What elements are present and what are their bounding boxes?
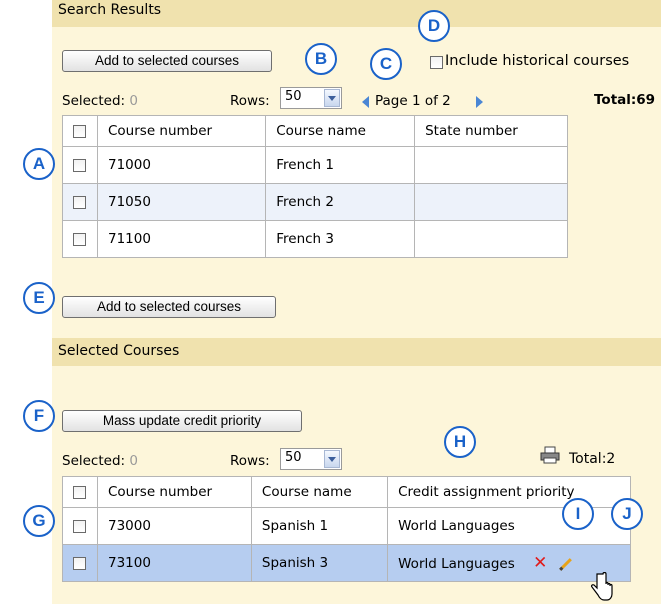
search-table-header: Course number Course name State number <box>62 115 568 147</box>
callout-b: B <box>305 43 337 75</box>
row-checkbox[interactable] <box>73 195 86 209</box>
selected-courses-selected-text: Selected: <box>62 453 126 469</box>
table-row[interactable]: 71050 French 2 <box>62 183 568 221</box>
search-total: Total:69 <box>594 92 656 108</box>
chevron-down-icon[interactable] <box>324 89 340 107</box>
mass-update-credit-priority-button[interactable]: Mass update credit priority <box>62 410 302 432</box>
credit-priority: World Languages <box>398 556 515 572</box>
callout-d: D <box>418 10 450 42</box>
course-number: 71000 <box>96 146 267 184</box>
rows-select[interactable]: 50 <box>280 87 342 109</box>
select-all-checkbox[interactable] <box>73 124 86 138</box>
selected-courses-table: Course number Course name Credit assignm… <box>62 476 631 582</box>
state-number <box>414 220 568 258</box>
hand-cursor-icon <box>591 572 613 601</box>
course-name: Spanish 1 <box>250 507 389 545</box>
callout-c: C <box>370 48 402 80</box>
selected-courses-rows-select[interactable]: 50 <box>280 448 342 470</box>
selected-courses-selected-label: Selected: 0 <box>62 453 138 469</box>
course-name: Spanish 3 <box>250 544 389 582</box>
row-checkbox[interactable] <box>73 556 86 570</box>
add-to-selected-button-top[interactable]: Add to selected courses <box>62 50 272 72</box>
add-to-selected-button-bottom[interactable]: Add to selected courses <box>62 296 276 318</box>
course-name: French 1 <box>265 146 416 184</box>
search-results-table: Course number Course name State number 7… <box>62 115 568 258</box>
selected-courses-rows-label: Rows: <box>230 453 270 469</box>
rows-select-value: 50 <box>285 89 302 104</box>
edit-pencil-icon[interactable] <box>558 557 572 571</box>
column-header[interactable]: Course name <box>250 476 389 508</box>
row-checkbox[interactable] <box>73 519 86 533</box>
row-select-cell[interactable] <box>62 146 98 184</box>
include-historical-label: Include historical courses <box>445 53 630 69</box>
course-number: 73000 <box>97 507 252 545</box>
rows-label: Rows: <box>230 93 270 109</box>
row-select-cell[interactable] <box>62 507 98 545</box>
callout-e: E <box>23 282 55 314</box>
course-name: French 2 <box>265 183 416 221</box>
table-row-hovered[interactable]: 73100 Spanish 3 World Languages ✕ <box>62 544 631 582</box>
selected-courses-title: Selected Courses <box>58 343 180 359</box>
callout-a: A <box>23 148 55 180</box>
search-results-title: Search Results <box>58 2 162 18</box>
selected-count: 0 <box>129 93 138 109</box>
table-row[interactable]: 73000 Spanish 1 World Languages <box>62 507 631 545</box>
credit-priority: World Languages <box>387 507 631 545</box>
chevron-down-icon[interactable] <box>324 450 340 468</box>
select-all-cell[interactable] <box>62 476 98 508</box>
select-all-cell[interactable] <box>62 115 98 147</box>
table-row[interactable]: 71100 French 3 <box>62 220 568 258</box>
column-header[interactable]: State number <box>414 115 568 147</box>
pager-text: Page 1 of 2 <box>375 93 451 109</box>
selected-label: Selected: 0 <box>62 93 138 109</box>
prev-page-icon[interactable] <box>362 96 369 108</box>
next-page-icon[interactable] <box>476 96 483 108</box>
row-checkbox[interactable] <box>73 158 86 172</box>
row-checkbox[interactable] <box>73 232 86 246</box>
column-header[interactable]: Course number <box>96 115 267 147</box>
callout-i: I <box>562 498 594 530</box>
row-select-cell[interactable] <box>62 183 98 221</box>
callout-h: H <box>444 426 476 458</box>
selected-courses-total: Total:2 <box>569 451 616 467</box>
search-results-header: Search Results <box>52 0 661 27</box>
selected-label-text: Selected: <box>62 93 126 109</box>
state-number <box>414 183 568 221</box>
course-number: 73100 <box>97 544 252 582</box>
state-number <box>414 146 568 184</box>
course-number: 71100 <box>96 220 267 258</box>
column-header[interactable]: Credit assignment priority <box>387 476 631 508</box>
column-header[interactable]: Course name <box>265 115 416 147</box>
row-select-cell[interactable] <box>62 220 98 258</box>
callout-f: F <box>23 400 55 432</box>
callout-j: J <box>611 498 643 530</box>
course-number: 71050 <box>96 183 267 221</box>
select-all-checkbox[interactable] <box>73 485 86 499</box>
table-row[interactable]: 71000 French 1 <box>62 146 568 184</box>
callout-g: G <box>23 505 55 537</box>
selected-table-header: Course number Course name Credit assignm… <box>62 476 631 508</box>
selected-courses-selected-count: 0 <box>129 453 138 469</box>
include-historical-checkbox[interactable] <box>430 56 443 69</box>
selected-courses-header: Selected Courses <box>52 338 661 366</box>
delete-icon[interactable]: ✕ <box>533 553 547 573</box>
selected-courses-rows-value: 50 <box>285 450 302 465</box>
row-select-cell[interactable] <box>62 544 98 582</box>
course-name: French 3 <box>265 220 416 258</box>
column-header[interactable]: Course number <box>97 476 252 508</box>
printer-icon[interactable] <box>540 446 560 464</box>
